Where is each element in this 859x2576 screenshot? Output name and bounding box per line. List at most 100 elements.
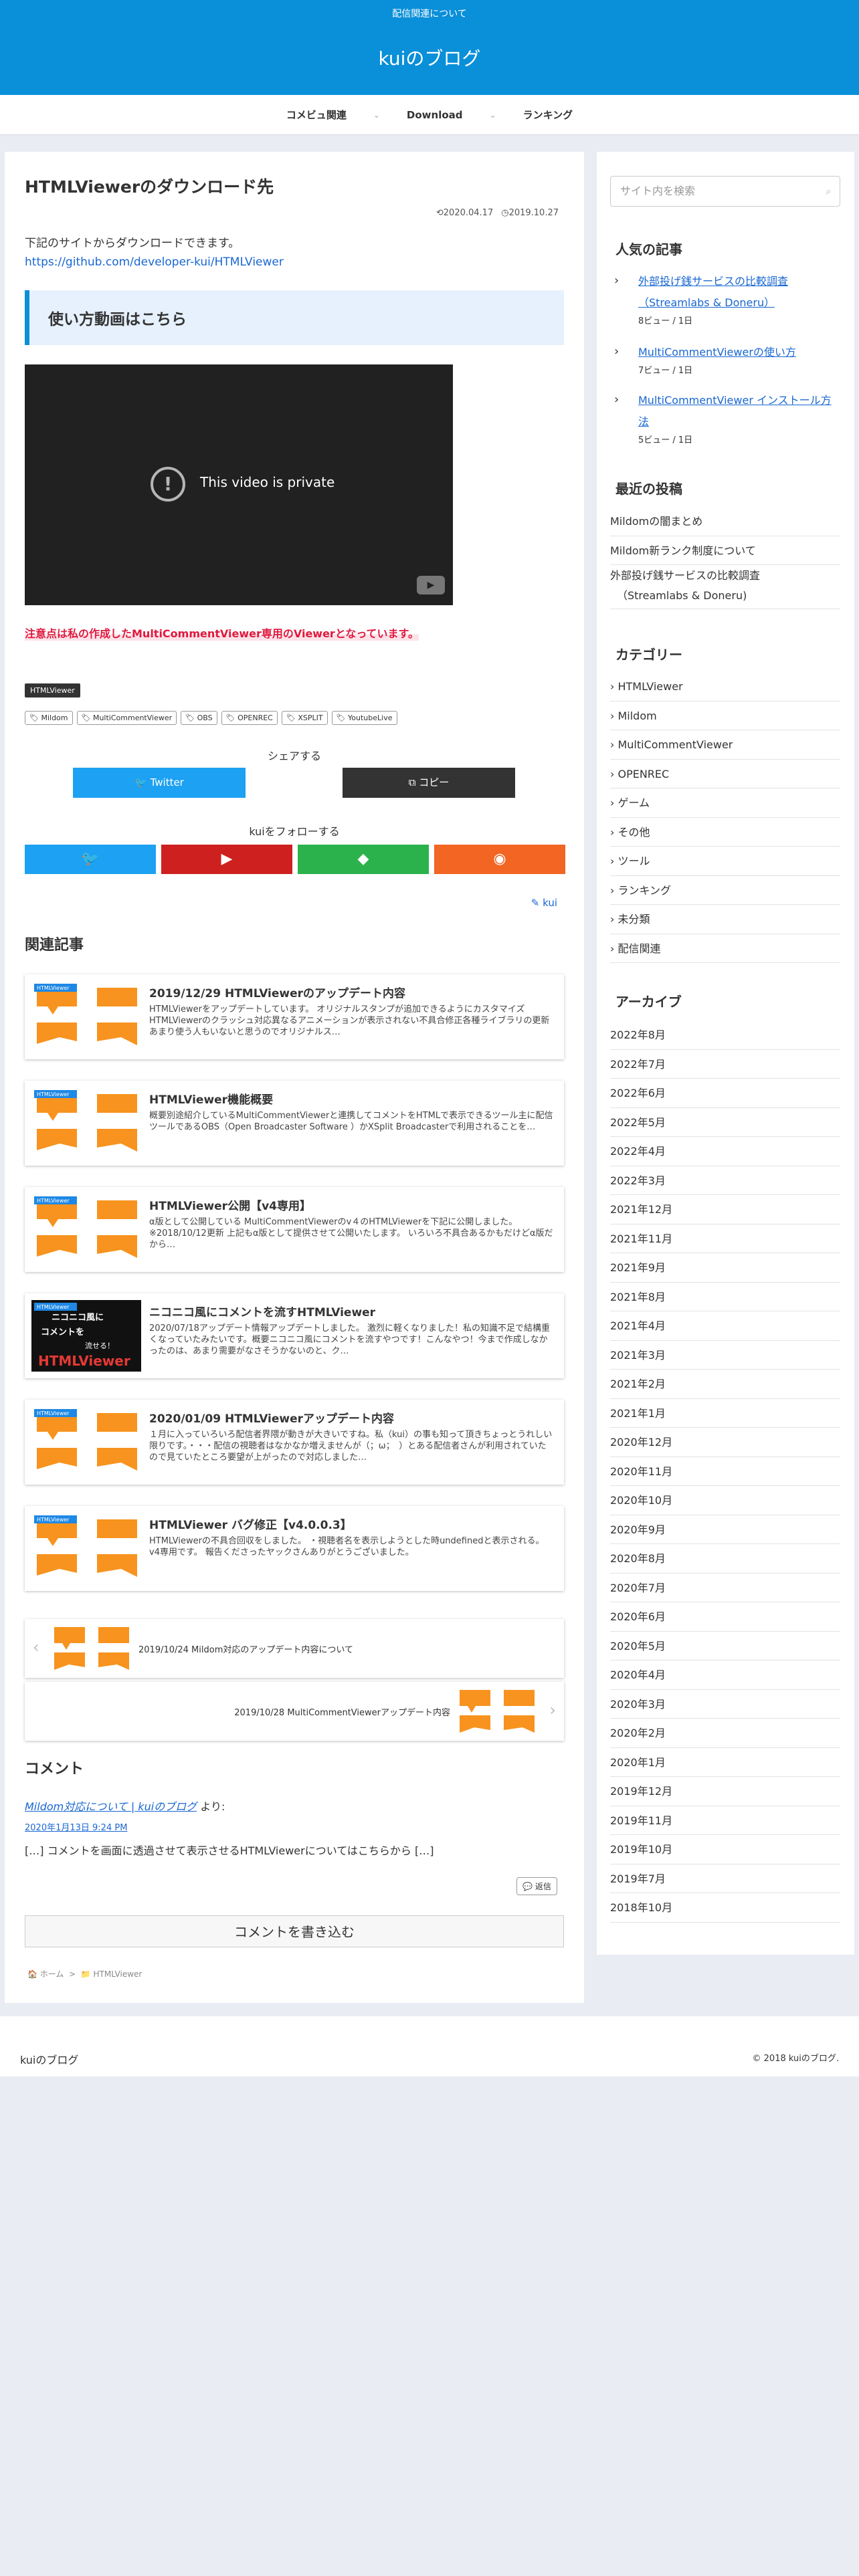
category-item[interactable]: › ツール xyxy=(610,847,840,876)
archive-item[interactable]: 2019年7月 xyxy=(610,1864,840,1893)
archive-item[interactable]: 2022年8月 xyxy=(610,1021,840,1050)
archive-item[interactable]: 2019年11月 xyxy=(610,1806,840,1835)
footer-site-title[interactable]: kuiのブログ xyxy=(20,2051,78,2067)
tag-item[interactable]: 🏷 YoutubeLive xyxy=(331,711,397,725)
recent-item[interactable]: 外部投げ銭サービスの比較調査 xyxy=(610,565,840,586)
write-comment-button[interactable]: コメントを書き込む xyxy=(25,1915,564,1947)
archive-item[interactable]: 2021年8月 xyxy=(610,1283,840,1311)
archive-item[interactable]: 2021年3月 xyxy=(610,1341,840,1370)
archive-item[interactable]: 2020年12月 xyxy=(610,1428,840,1457)
popular-item[interactable]: › MultiCommentViewer インストール方法 5ビュー / 1日 xyxy=(614,390,839,445)
archive-item[interactable]: 2021年4月 xyxy=(610,1311,840,1341)
youtube-icon[interactable]: ▶ xyxy=(417,576,445,595)
category-item[interactable]: › ゲーム xyxy=(610,788,840,818)
breadcrumb-home[interactable]: ホーム xyxy=(40,1969,64,1979)
category-item[interactable]: › OPENREC xyxy=(610,760,840,788)
follow-feedly-button[interactable]: ◆ xyxy=(298,845,429,874)
related-card[interactable]: HTMLViewer HTMLViewer公開【v4専用】 α版として公開してい… xyxy=(25,1187,564,1272)
search-icon[interactable]: ⌕ xyxy=(826,177,832,206)
archive-item[interactable]: 2021年1月 xyxy=(610,1399,840,1428)
site-title[interactable]: kuiのブログ xyxy=(0,44,859,71)
archive-item[interactable]: 2021年11月 xyxy=(610,1224,840,1253)
category-item[interactable]: › その他 xyxy=(610,818,840,847)
comment-date[interactable]: 2020年1月13日 9:24 PM xyxy=(25,1820,127,1833)
breadcrumb-category[interactable]: HTMLViewer xyxy=(93,1969,142,1979)
archive-item[interactable]: 2020年11月 xyxy=(610,1457,840,1486)
category-item[interactable]: › 未分類 xyxy=(610,905,840,934)
comment-author: Mildom対応について | kuiのブログ より: xyxy=(25,1800,225,1813)
popular-item[interactable]: › MultiCommentViewerの使い方 7ビュー / 1日 xyxy=(614,342,839,376)
tag-item[interactable]: 🏷 OPENREC xyxy=(221,711,278,725)
archive-item[interactable]: 2022年6月 xyxy=(610,1079,840,1108)
category-item[interactable]: › HTMLViewer xyxy=(610,672,840,702)
svg-text:HTMLViewer: HTMLViewer xyxy=(37,1410,70,1416)
archive-item[interactable]: 2018年10月 xyxy=(610,1893,840,1923)
history-icon: ◷ xyxy=(501,208,509,218)
archive-item[interactable]: 2020年1月 xyxy=(610,1748,840,1777)
nav-item-ranking[interactable]: ランキング xyxy=(523,108,573,122)
search-input[interactable]: サイト内を検索 ⌕ xyxy=(610,176,840,207)
archive-item[interactable]: 2020年9月 xyxy=(610,1515,840,1544)
category-item[interactable]: › ランキング xyxy=(610,876,840,905)
github-link[interactable]: https://github.com/developer-kui/HTMLVie… xyxy=(25,255,284,269)
recent-item[interactable]: Mildom新ランク制度について xyxy=(610,536,840,565)
archive-item[interactable]: 2021年12月 xyxy=(610,1195,840,1224)
chevron-left-icon: ‹ xyxy=(33,1638,39,1656)
related-card[interactable]: HTMLViewer 2019/12/29 HTMLViewerのアップデート内… xyxy=(25,974,564,1059)
category-item[interactable]: › 配信関連 xyxy=(610,934,840,963)
related-card[interactable]: HTMLViewer 2020/01/09 HTMLViewerアップデート内容… xyxy=(25,1400,564,1485)
tag-item[interactable]: 🏷 Mildom xyxy=(25,711,73,725)
follow-youtube-button[interactable]: ▶ xyxy=(161,845,292,874)
archive-item[interactable]: 2020年3月 xyxy=(610,1690,840,1719)
recent-item[interactable]: Mildomの闇まとめ xyxy=(610,507,840,536)
related-card[interactable]: HTMLViewer HTMLViewer バグ修正【v4.0.0.3】 HTM… xyxy=(25,1506,564,1591)
share-twitter-button[interactable]: 🐦 Twitter xyxy=(73,768,246,798)
category-item[interactable]: › MultiCommentViewer xyxy=(610,730,840,760)
reply-button[interactable]: 💬 返信 xyxy=(516,1877,557,1895)
comment-icon: 💬 xyxy=(522,1882,535,1891)
archive-item[interactable]: 2020年5月 xyxy=(610,1632,840,1660)
archive-item[interactable]: 2021年2月 xyxy=(610,1370,840,1399)
archive-item[interactable]: 2020年8月 xyxy=(610,1544,840,1574)
popular-item[interactable]: › 外部投げ銭サービスの比較調査（Streamlabs & Doneru） 8ビュー… xyxy=(614,271,839,326)
archive-item[interactable]: 2020年7月 xyxy=(610,1574,840,1602)
related-card[interactable]: HTMLViewer ニコニコ風に コメントを 流せる！ HTMLViewer ニコニコ… xyxy=(25,1293,564,1378)
recent-item-cont[interactable]: （Streamlabs & Doneru) xyxy=(610,586,840,609)
related-thumbnail: HTMLViewer ニコニコ風にコメントを流せる！ HTMLViewer xyxy=(31,1300,141,1372)
archive-item[interactable]: 2022年5月 xyxy=(610,1108,840,1137)
prev-post-title: 2019/10/24 Mildom対応のアップデート内容について xyxy=(138,1645,353,1655)
tag-item[interactable]: 🏷 MultiCommentViewer xyxy=(76,711,177,725)
related-card[interactable]: HTMLViewer HTMLViewer機能概要 概要別途紹介しているMult… xyxy=(25,1081,564,1166)
follow-twitter-button[interactable]: 🐦 xyxy=(25,845,156,874)
category-label[interactable]: HTMLViewer xyxy=(25,683,80,697)
site-tagline: 配信関連について xyxy=(392,9,467,19)
archive-item[interactable]: 2020年4月 xyxy=(610,1660,840,1690)
follow-heading: kuiをフォローする xyxy=(249,825,340,838)
prev-post-link[interactable]: ‹ 2019/10/24 Mildom対応のアップデート内容について xyxy=(25,1619,564,1678)
archive-item[interactable]: 2021年9月 xyxy=(610,1253,840,1283)
comment-author-link[interactable]: Mildom対応について | kuiのブログ xyxy=(25,1800,197,1813)
related-thumbnail: HTMLViewer xyxy=(31,1194,141,1265)
archive-item[interactable]: 2022年3月 xyxy=(610,1166,840,1195)
archive-item[interactable]: 2022年4月 xyxy=(610,1137,840,1166)
tag-item[interactable]: 🏷 XSPLIT xyxy=(281,711,328,725)
share-copy-button[interactable]: ⧉ コピー xyxy=(343,768,515,798)
home-icon: 🏠 xyxy=(27,1969,40,1979)
chevron-right-icon: › xyxy=(610,942,618,955)
follow-rss-button[interactable]: ◉ xyxy=(434,845,565,874)
author-link[interactable]: ✎ kui xyxy=(531,897,557,909)
archive-item[interactable]: 2019年12月 xyxy=(610,1777,840,1806)
nav-item-download[interactable]: Download ⌄ xyxy=(407,109,523,121)
archive-item[interactable]: 2020年6月 xyxy=(610,1602,840,1632)
video-embed[interactable]: ! This video is private ▶ xyxy=(25,364,453,605)
chevron-right-icon: › xyxy=(610,825,618,839)
recent-list: Mildomの闇まとめ Mildom新ランク制度について 外部投げ銭サービスの比… xyxy=(610,507,840,609)
archive-item[interactable]: 2019年10月 xyxy=(610,1835,840,1864)
category-item[interactable]: › Mildom xyxy=(610,702,840,730)
archive-item[interactable]: 2020年10月 xyxy=(610,1486,840,1515)
archive-item[interactable]: 2022年7月 xyxy=(610,1050,840,1079)
tag-item[interactable]: 🏷 OBS xyxy=(181,711,217,725)
archive-item[interactable]: 2020年2月 xyxy=(610,1719,840,1748)
nav-item-comeview[interactable]: コメビュ関連 ⌄ xyxy=(286,108,407,122)
next-post-link[interactable]: 2019/10/28 MultiCommentViewerアップデート内容 › xyxy=(25,1682,564,1741)
